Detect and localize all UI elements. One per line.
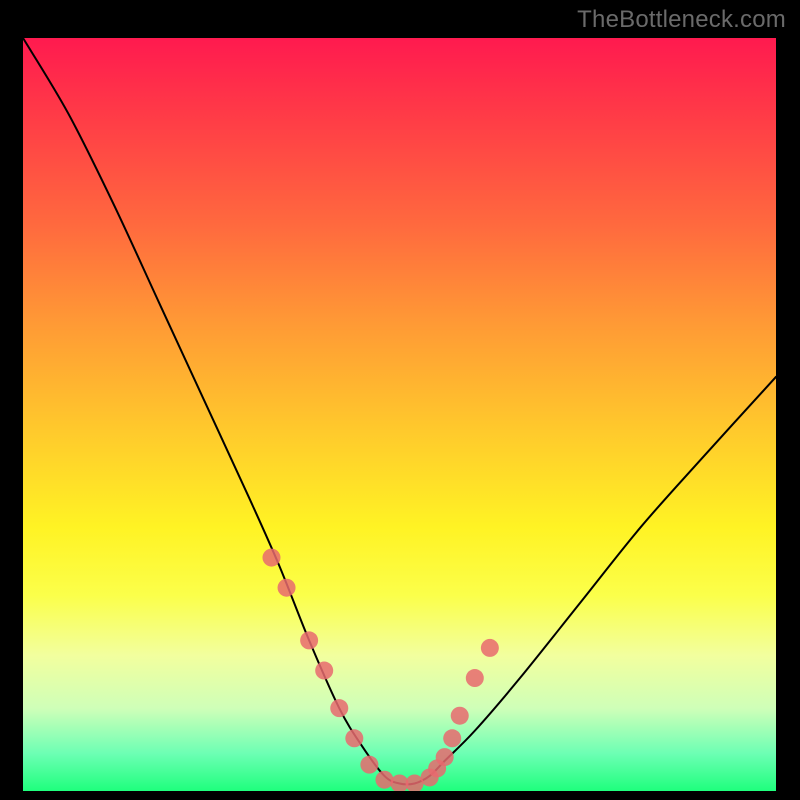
marker-dot (300, 631, 318, 649)
marker-dot (345, 729, 363, 747)
marker-dot (451, 707, 469, 725)
marker-dot (278, 579, 296, 597)
marker-dot (360, 756, 378, 774)
attribution-label: TheBottleneck.com (577, 6, 786, 34)
marker-dot (481, 639, 499, 657)
chart-frame: TheBottleneck.com (0, 0, 800, 800)
chart-svg (23, 38, 776, 791)
marker-dot (262, 549, 280, 567)
marker-dot (330, 699, 348, 717)
plot-area (23, 38, 776, 791)
marker-dot (443, 729, 461, 747)
marker-dot (375, 771, 393, 789)
marker-dot (466, 669, 484, 687)
bottleneck-points (262, 549, 498, 791)
marker-dot (436, 748, 454, 766)
bottleneck-curve (23, 38, 776, 784)
marker-dot (315, 662, 333, 680)
